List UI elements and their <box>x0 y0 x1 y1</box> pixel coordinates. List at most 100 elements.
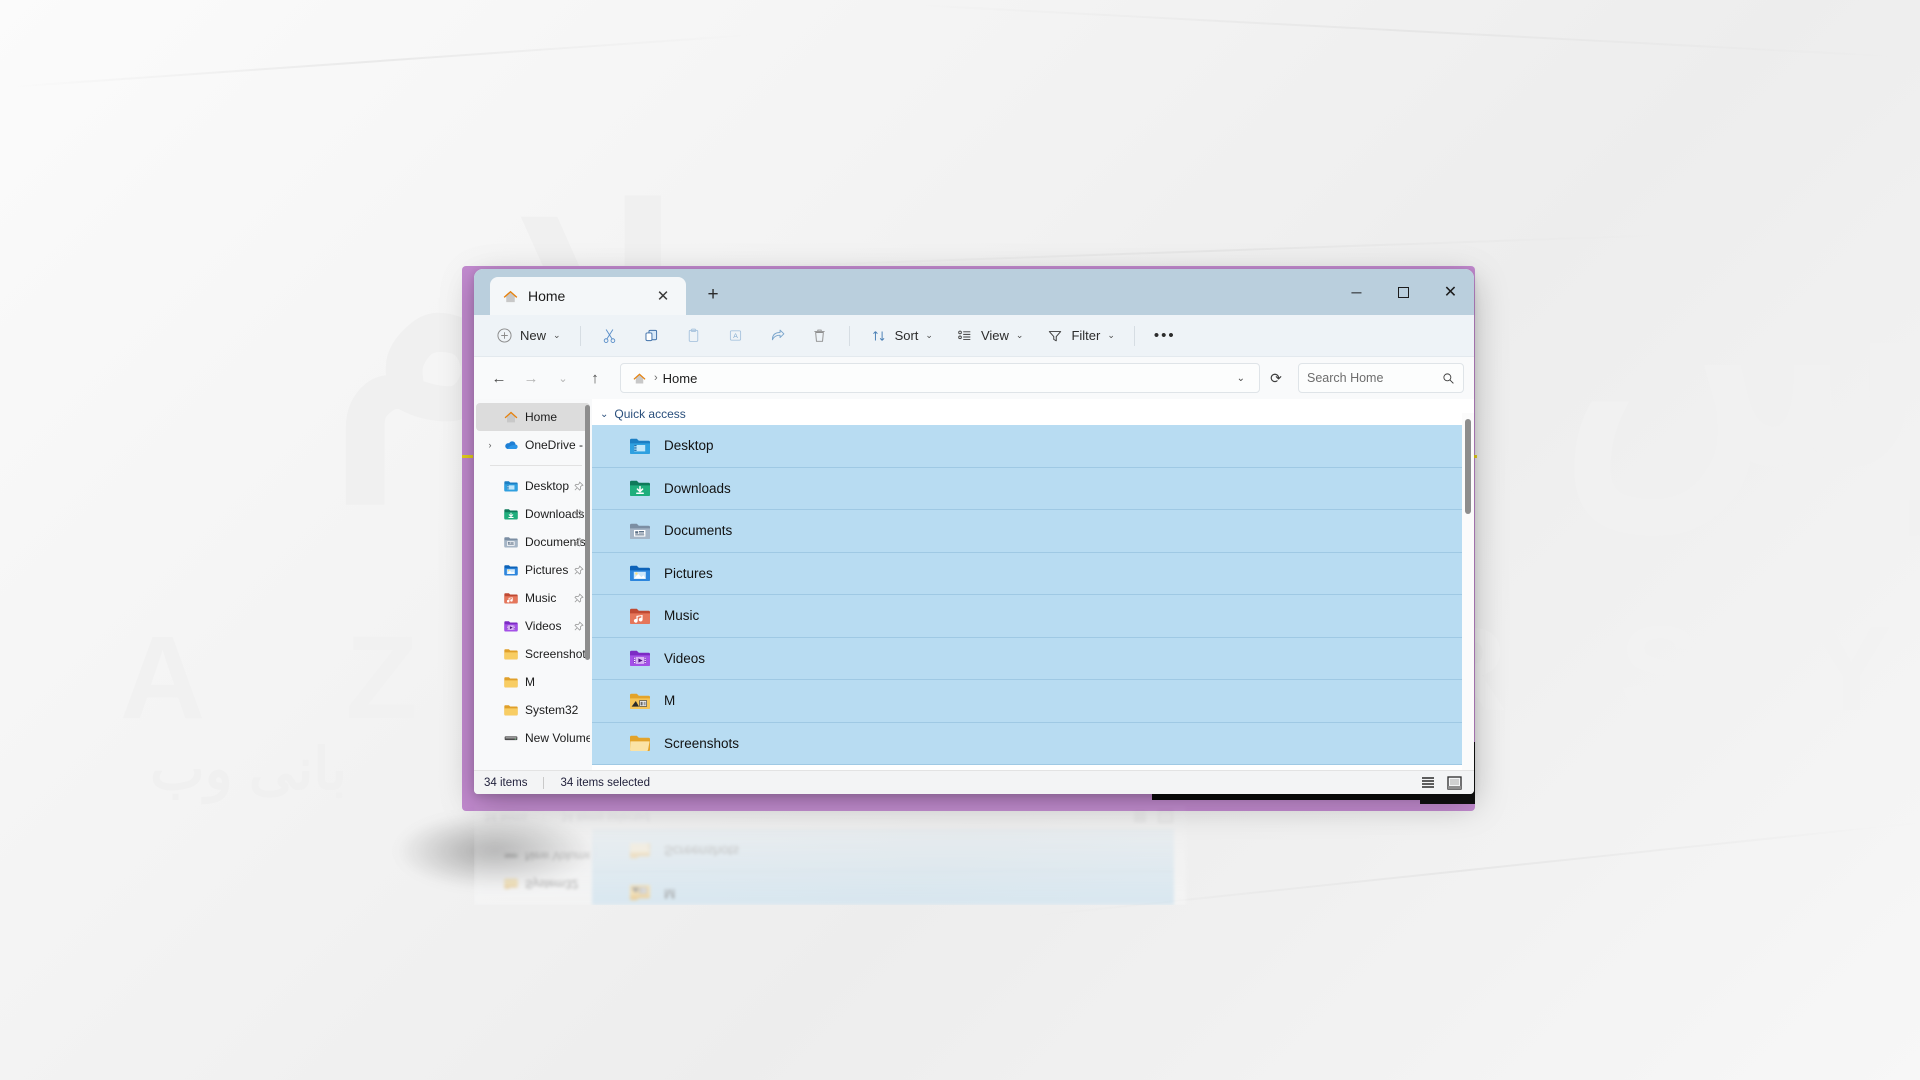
videos-folder-icon <box>502 618 519 635</box>
sidebar-item-pictures[interactable]: Pictures <box>476 556 590 584</box>
sidebar-item-label: Screenshots <box>525 647 590 661</box>
downloads-folder-icon <box>628 476 652 500</box>
details-view-icon[interactable] <box>1418 774 1438 792</box>
content-scrollbar[interactable] <box>1465 419 1471 514</box>
maximize-button[interactable] <box>1380 269 1427 315</box>
forward-button[interactable]: → <box>516 363 546 393</box>
breadcrumb[interactable]: › Home ⌄ <box>620 363 1260 393</box>
close-button[interactable]: ✕ <box>1427 269 1474 315</box>
selection-count: 34 items selected <box>560 776 650 789</box>
copy-button[interactable] <box>632 320 672 352</box>
chevron-down-icon: ⌄ <box>925 330 933 340</box>
documents-folder-icon <box>628 519 652 543</box>
window-body: Home›OneDrive - PersoDesktopDownloadsDoc… <box>474 829 1186 905</box>
videos-folder-icon <box>628 646 652 670</box>
sidebar-item-videos[interactable]: Videos <box>476 612 590 640</box>
large-icons-view-icon <box>1156 808 1176 826</box>
search-placeholder: Search Home <box>1307 371 1384 385</box>
content-scrollbar-track <box>1173 829 1186 905</box>
sidebar-item-onedrive-perso[interactable]: › OneDrive - Perso <box>476 431 591 459</box>
sidebar-item-label: M <box>525 675 535 689</box>
cut-button[interactable] <box>590 320 630 352</box>
home-icon <box>629 368 649 388</box>
sidebar-item-screenshots[interactable]: Screenshots <box>476 640 590 668</box>
file-list: DesktopDownloadsDocuments Pictures MusicVi… <box>592 425 1474 765</box>
chevron-down-icon: ⌄ <box>553 330 561 340</box>
view-button[interactable]: View ⌄ <box>945 320 1034 352</box>
new-button[interactable]: New ⌄ <box>484 320 571 352</box>
svg-text:A: A <box>733 333 738 340</box>
sidebar-item-label: Pictures <box>525 563 569 577</box>
view-button-label: View <box>980 328 1009 343</box>
sidebar-item-home[interactable]: Home <box>476 403 590 431</box>
delete-button[interactable] <box>800 320 840 352</box>
sidebar-item-label: Music <box>525 591 557 605</box>
minimize-button[interactable]: ─ <box>1333 269 1380 315</box>
share-button[interactable] <box>758 320 798 352</box>
sort-button[interactable]: Sort ⌄ <box>859 320 943 352</box>
background-streak <box>900 3 1920 59</box>
table-row[interactable]: Music <box>592 595 1462 638</box>
refresh-button[interactable]: ⟳ <box>1262 363 1290 393</box>
command-toolbar: New ⌄ A Sort ⌄ View ⌄ Filter ⌄ ••• <box>474 315 1474 357</box>
sidebar-item-music[interactable]: Music <box>476 584 590 612</box>
table-row[interactable]: Desktop <box>592 425 1462 468</box>
drive-icon <box>502 730 519 747</box>
rename-button[interactable]: A <box>716 320 756 352</box>
sidebar-item-label: Videos <box>525 619 562 633</box>
overflow-button[interactable]: ••• <box>1144 320 1186 352</box>
copy-icon <box>642 326 662 346</box>
selection-count: 34 items selected <box>560 810 650 823</box>
file-explorer-window: Home ✕ + ─ ✕ New ⌄ A Sort ⌄ View ⌄ Filte… <box>474 269 1474 794</box>
new-tab-button[interactable]: + <box>700 282 726 308</box>
table-row[interactable]: Documents <box>592 510 1462 553</box>
up-button[interactable]: ↑ <box>580 363 610 393</box>
sort-button-label: Sort <box>894 328 919 343</box>
status-bar: 34 items 34 items selected <box>474 805 1186 829</box>
music-folder-icon <box>628 604 652 628</box>
chevron-down-icon: ⌄ <box>1015 330 1024 340</box>
table-row[interactable]: Screenshots <box>592 722 1462 765</box>
details-view-icon <box>1130 808 1150 826</box>
m-folder-icon <box>628 881 652 905</box>
sidebar-item-documents[interactable]: Documents <box>476 528 590 556</box>
paste-button[interactable] <box>674 320 714 352</box>
file-name: Pictures <box>664 565 713 581</box>
view-toggles <box>1130 808 1176 826</box>
background-streak <box>760 234 1660 268</box>
table-row[interactable]: M <box>592 680 1462 723</box>
back-button[interactable]: ← <box>484 363 514 393</box>
sidebar-item-system32[interactable]: System32 <box>476 696 590 724</box>
large-icons-view-icon[interactable] <box>1444 774 1464 792</box>
quick-access-group-header[interactable]: ⌄ Quick access <box>592 403 1474 425</box>
sidebar-item-downloads[interactable]: Downloads <box>476 500 590 528</box>
content-pane: ⌄ Quick access DesktopDownloadsDocuments… <box>592 829 1186 905</box>
folder-icon <box>502 904 519 906</box>
pin-icon <box>573 592 584 604</box>
table-row[interactable]: Pictures <box>592 552 1462 595</box>
table-row: Screenshots <box>592 829 1174 872</box>
file-name: M <box>664 693 676 709</box>
search-input[interactable]: Search Home <box>1298 363 1464 393</box>
toolbar-divider <box>848 325 850 346</box>
search-icon <box>1442 372 1455 385</box>
sidebar-item-desktop[interactable]: Desktop <box>476 472 590 500</box>
sidebar-item-m: M <box>476 898 590 905</box>
tab-home[interactable]: Home ✕ <box>490 277 686 315</box>
sidebar-item-label: OneDrive - Perso <box>525 438 590 452</box>
breadcrumb-current: Home <box>662 370 698 386</box>
filter-button[interactable]: Filter ⌄ <box>1035 320 1124 352</box>
recent-locations-button[interactable]: ⌄ <box>548 363 578 393</box>
file-list: DesktopDownloadsDocumentsPicturesMusicVi… <box>592 829 1186 905</box>
chevron-down-icon: ⌄ <box>600 408 609 420</box>
navigation-scrollbar[interactable] <box>585 405 590 660</box>
tab-close-icon[interactable]: ✕ <box>650 283 676 309</box>
table-row[interactable]: Videos <box>592 637 1462 680</box>
sidebar-item-label: Home <box>525 410 558 424</box>
sidebar-item-m[interactable]: M <box>476 668 590 696</box>
home-icon <box>500 286 520 306</box>
chevron-right-icon[interactable]: › <box>484 440 496 450</box>
sidebar-item-new-volume-d[interactable]: New Volume (D: <box>476 724 590 752</box>
breadcrumb-dropdown-icon[interactable]: ⌄ <box>1231 373 1251 384</box>
table-row[interactable]: Downloads <box>592 467 1462 510</box>
